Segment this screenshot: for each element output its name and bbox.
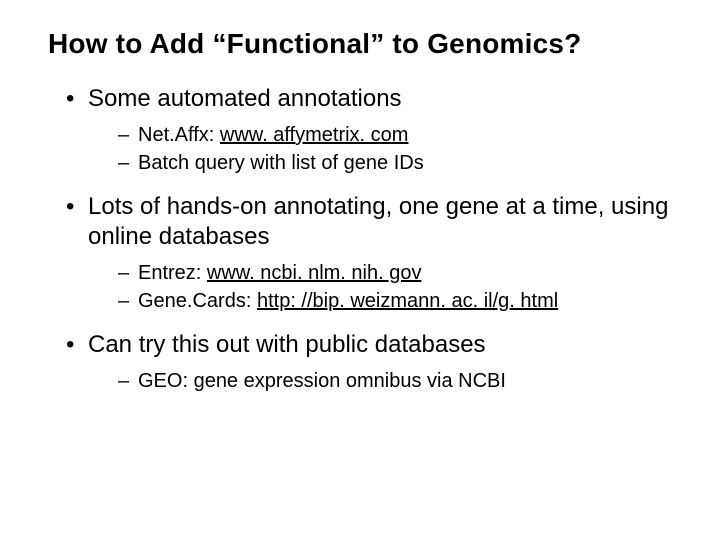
sub-item: Net.Affx: www. affymetrix. com	[118, 122, 672, 148]
sub-item: Gene.Cards: http: //bip. weizmann. ac. i…	[118, 288, 672, 314]
sub-prefix: Entrez:	[138, 262, 207, 284]
slide: How to Add “Functional” to Genomics? Som…	[0, 0, 720, 430]
sub-list: Net.Affx: www. affymetrix. com Batch que…	[88, 122, 672, 176]
bullet-item: Lots of hands-on annotating, one gene at…	[66, 192, 672, 314]
sub-list: GEO: gene expression omnibus via NCBI	[88, 368, 672, 394]
sub-item: Entrez: www. ncbi. nlm. nih. gov	[118, 260, 672, 286]
bullet-item: Some automated annotations Net.Affx: www…	[66, 84, 672, 176]
bullet-text: Can try this out with public databases	[88, 331, 486, 358]
sub-list: Entrez: www. ncbi. nlm. nih. gov Gene.Ca…	[88, 260, 672, 314]
sub-item: GEO: gene expression omnibus via NCBI	[118, 368, 672, 394]
bullet-item: Can try this out with public databases G…	[66, 330, 672, 394]
sub-prefix: GEO: gene expression omnibus via NCBI	[138, 370, 506, 392]
slide-title: How to Add “Functional” to Genomics?	[48, 28, 672, 60]
sub-item: Batch query with list of gene IDs	[118, 150, 672, 176]
bullet-text: Lots of hands-on annotating, one gene at…	[88, 193, 668, 250]
bullet-text: Some automated annotations	[88, 85, 402, 112]
sub-prefix: Batch query with list of gene IDs	[138, 152, 424, 174]
link-affymetrix[interactable]: www. affymetrix. com	[220, 124, 409, 146]
link-genecards[interactable]: http: //bip. weizmann. ac. il/g. html	[257, 290, 558, 312]
link-ncbi[interactable]: www. ncbi. nlm. nih. gov	[207, 262, 422, 284]
bullet-list: Some automated annotations Net.Affx: www…	[48, 84, 672, 394]
sub-prefix: Net.Affx:	[138, 124, 220, 146]
sub-prefix: Gene.Cards:	[138, 290, 257, 312]
